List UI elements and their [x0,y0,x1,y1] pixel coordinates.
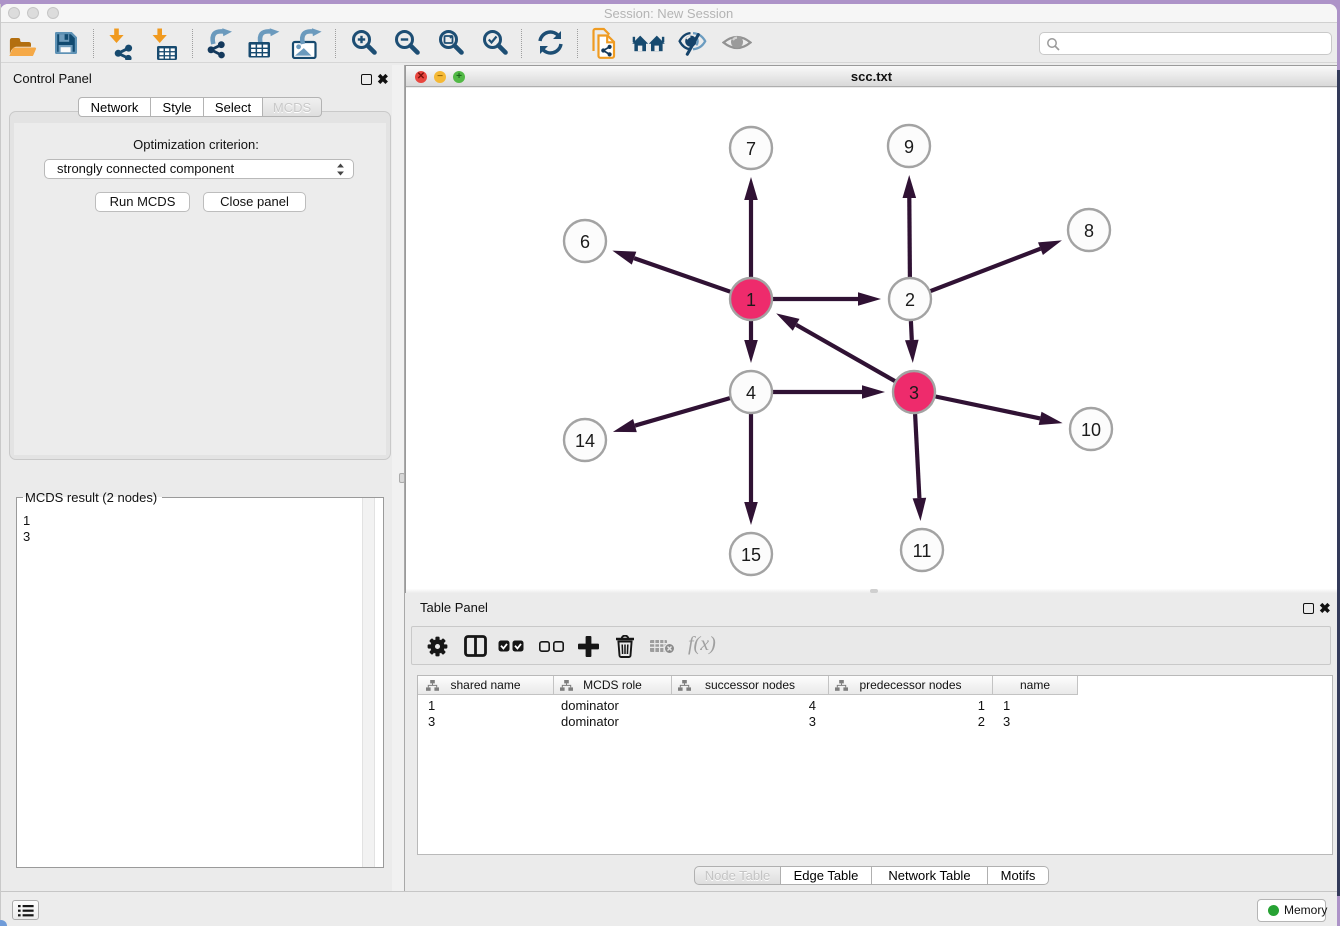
svg-text:11: 11 [913,541,932,561]
svg-text:10: 10 [1081,420,1101,440]
svg-text:3: 3 [909,383,919,403]
svg-text:7: 7 [746,139,756,159]
svg-text:4: 4 [746,383,756,403]
svg-text:2: 2 [905,290,915,310]
svg-text:8: 8 [1084,221,1094,241]
svg-text:6: 6 [580,232,590,252]
svg-text:15: 15 [741,545,761,565]
svg-text:14: 14 [575,431,595,451]
svg-text:9: 9 [904,137,914,157]
svg-text:1: 1 [746,290,756,310]
